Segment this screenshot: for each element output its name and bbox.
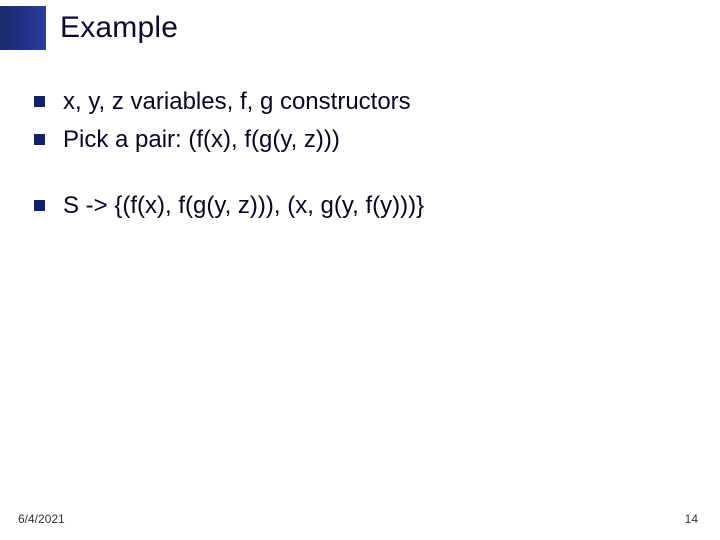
footer-date: 6/4/2021 [18,512,65,526]
slide-title: Example [60,6,178,50]
bullet-square-icon [34,134,45,145]
bullet-text: S -> {(f(x), f(g(y, z))), (x, g(y, f(y))… [63,190,424,222]
title-bar: Example [0,6,178,50]
bullet-square-icon [34,96,45,107]
bullet-item: Pick a pair: (f(x), f(g(y, z))) [34,124,700,156]
slide-body: x, y, z variables, f, g constructors Pic… [34,86,700,228]
bullet-text: Pick a pair: (f(x), f(g(y, z))) [63,124,340,156]
title-accent-block [0,6,46,50]
footer-page-number: 14 [685,512,698,526]
bullet-item: x, y, z variables, f, g constructors [34,86,700,118]
bullet-item: S -> {(f(x), f(g(y, z))), (x, g(y, f(y))… [34,190,700,222]
bullet-square-icon [34,200,45,211]
bullet-text: x, y, z variables, f, g constructors [63,86,411,118]
